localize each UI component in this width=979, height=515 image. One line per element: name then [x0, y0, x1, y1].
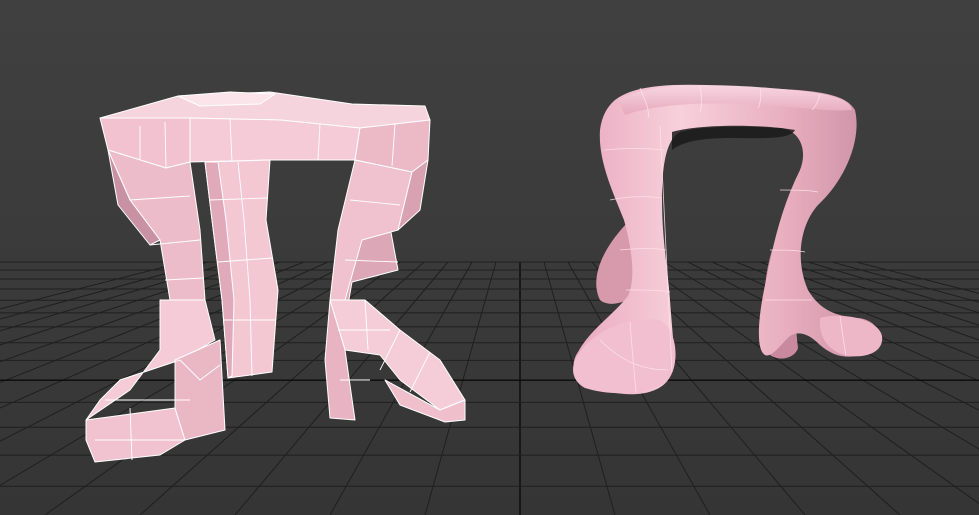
- viewport-canvas[interactable]: [0, 0, 979, 515]
- perspective-viewport[interactable]: [0, 0, 979, 515]
